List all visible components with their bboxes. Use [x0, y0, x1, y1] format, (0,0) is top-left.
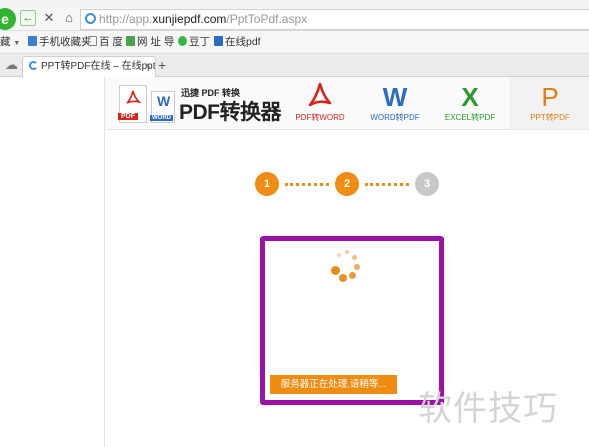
pdf-icon: [214, 36, 223, 46]
favorites-item-sitenav[interactable]: 网 址 导: [126, 31, 174, 53]
site-header: PDF W WORD 迅捷 PDF 转换 PDF转换器 PDF转WORD W W…: [105, 77, 589, 130]
favorites-item-baidu[interactable]: 百 度: [88, 31, 123, 53]
favorites-bar: 藏 ▼ 手机收藏夹 百 度 网 址 导 豆丁 在线pdf: [0, 31, 589, 54]
page-icon: [88, 36, 97, 46]
processing-status: 服务器正在处理,请稍等...: [270, 375, 397, 394]
tool-excel-to-pdf[interactable]: X EXCEL转PDF: [430, 77, 510, 129]
chevron-down-icon: ▼: [13, 40, 21, 47]
word-icon: W: [382, 82, 408, 112]
loading-spinner-icon: [29, 61, 38, 70]
step-connector: [365, 183, 409, 186]
tool-word-to-pdf[interactable]: W WORD转PDF: [355, 77, 435, 129]
step-2: 2: [335, 172, 359, 196]
watermark-text: 软件技巧: [418, 389, 558, 429]
ppt-icon: P: [541, 82, 559, 112]
cloud-icon[interactable]: ☁: [5, 57, 18, 73]
stop-button[interactable]: ✕: [41, 10, 57, 26]
home-button[interactable]: ⌂: [61, 10, 77, 26]
brand-name: PDF转换器: [179, 101, 282, 124]
excel-icon: X: [461, 82, 479, 112]
tool-pdf-to-word[interactable]: PDF转WORD: [280, 77, 360, 129]
favorites-item-mobile[interactable]: 手机收藏夹: [28, 31, 92, 53]
step-1: 1: [255, 172, 279, 196]
favorites-item-pdf[interactable]: 在线pdf: [214, 31, 261, 53]
tab-ppt-to-pdf[interactable]: PPT转PDF在线 – 在线ppt ×: [22, 56, 156, 78]
close-tab-icon[interactable]: ×: [145, 57, 151, 77]
step-3: 3: [415, 172, 439, 196]
url-path: /PptToPdf.aspx: [226, 12, 308, 26]
tool-ppt-to-pdf[interactable]: P PPT转PDF: [510, 77, 589, 129]
favorites-item-docin[interactable]: 豆丁: [178, 31, 210, 53]
globe-icon: [85, 13, 96, 24]
loading-spinner-icon: [329, 250, 361, 282]
url-prefix: http://app.: [99, 12, 153, 26]
step-indicator: 1 2 3: [255, 172, 445, 198]
tab-title: PPT转PDF在线 – 在线ppt: [41, 61, 156, 72]
site-nav-icon: [126, 36, 135, 46]
pdf-icon: [280, 82, 360, 112]
pdf-document-icon: PDF: [118, 85, 147, 123]
site-logo[interactable]: PDF W WORD 迅捷 PDF 转换 PDF转换器: [118, 83, 282, 125]
phone-icon: [28, 36, 37, 46]
new-tab-button[interactable]: +: [158, 57, 166, 73]
url-input[interactable]: http://app.xunjiepdf.com/PptToPdf.aspx: [80, 9, 589, 30]
url-domain: xunjiepdf.com: [152, 12, 227, 26]
back-button[interactable]: ←: [20, 10, 36, 26]
docin-icon: [178, 36, 187, 46]
step-connector: [285, 183, 329, 186]
favorites-item[interactable]: 藏 ▼: [0, 31, 20, 55]
word-document-icon: W WORD: [150, 91, 175, 123]
tab-strip: ☁ PPT转PDF在线 – 在线ppt × +: [0, 54, 589, 78]
